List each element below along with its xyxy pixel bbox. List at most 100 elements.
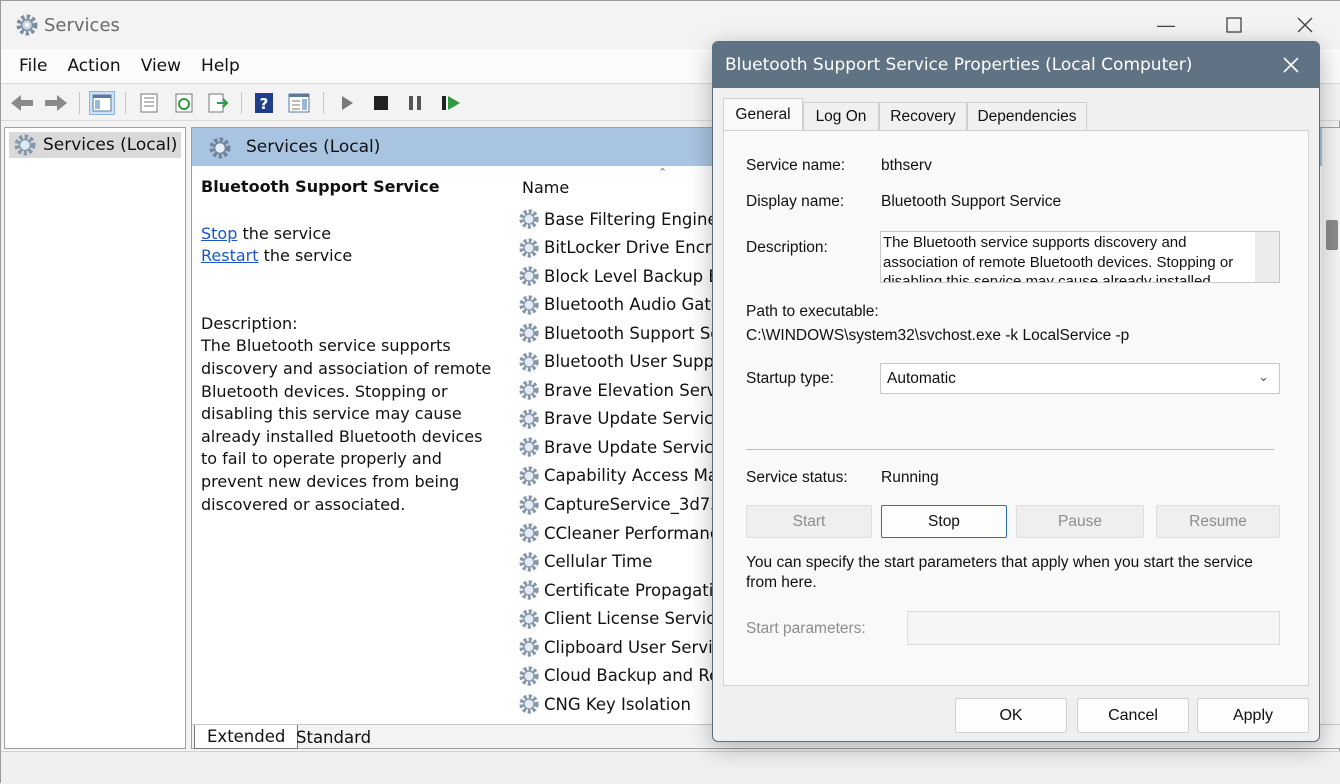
scrollbar-thumb[interactable] — [1326, 220, 1338, 250]
properties-icon — [140, 93, 158, 113]
stop-action: Stop the service — [201, 223, 499, 246]
service-gear-icon — [519, 237, 539, 258]
vertical-scrollbar[interactable] — [1322, 128, 1340, 724]
service-name-value: bthserv — [881, 157, 932, 174]
service-row[interactable]: BitLocker Drive Encryp — [518, 234, 732, 262]
tree-item-services-local[interactable]: Services (Local) — [9, 132, 182, 158]
maximize-button[interactable] — [1209, 7, 1259, 43]
path-label: Path to executable: — [746, 303, 879, 320]
description-scrollbar[interactable] — [1255, 232, 1279, 282]
export-list-icon — [208, 93, 229, 113]
start-service-button[interactable] — [334, 91, 360, 115]
show-hide-action-pane-icon — [288, 93, 310, 113]
service-row[interactable]: Clipboard User Servic — [518, 633, 722, 661]
tab-log-on[interactable]: Log On — [803, 102, 879, 130]
start-service-icon — [342, 96, 353, 110]
service-row[interactable]: Block Level Backup En — [518, 262, 729, 290]
service-status-value: Running — [881, 469, 939, 486]
service-row[interactable]: Certificate Propagatio — [518, 576, 723, 604]
service-row[interactable]: CaptureService_3d73b — [518, 491, 731, 519]
toolbar-separator — [323, 92, 324, 114]
pause-button[interactable]: Pause — [1016, 505, 1144, 538]
start-button[interactable]: Start — [746, 505, 872, 538]
forward-button[interactable] — [43, 91, 69, 115]
start-parameters-input[interactable] — [907, 611, 1280, 645]
stop-service-button[interactable] — [368, 91, 394, 115]
service-row[interactable]: Base Filtering Engine — [518, 205, 718, 233]
minimize-button[interactable]: — — [1141, 7, 1191, 43]
service-name: BitLocker Drive Encryp — [544, 238, 732, 258]
service-gear-icon — [519, 295, 539, 315]
console-tree: Services (Local) — [4, 127, 186, 749]
service-row[interactable]: CNG Key Isolation — [518, 690, 691, 718]
help-button[interactable]: ? — [251, 91, 277, 115]
export-list-button[interactable] — [205, 91, 231, 115]
service-row[interactable]: Cellular Time — [518, 548, 652, 576]
tab-general[interactable]: General — [723, 98, 803, 131]
dialog-close-button[interactable] — [1271, 47, 1311, 83]
menu-action[interactable]: Action — [57, 56, 130, 76]
tab-dependencies[interactable]: Dependencies — [967, 102, 1087, 130]
apply-button[interactable]: Apply — [1197, 698, 1309, 733]
display-name-label: Display name: — [746, 193, 845, 210]
refresh-button[interactable] — [171, 91, 197, 115]
show-hide-action-pane-button[interactable] — [286, 91, 312, 115]
service-name: Bluetooth User Suppo — [544, 352, 725, 372]
menu-file[interactable]: File — [9, 56, 57, 76]
start-parameters-label: Start parameters: — [746, 620, 866, 637]
cancel-button[interactable]: Cancel — [1077, 698, 1189, 733]
service-description: The Bluetooth service supports discovery… — [201, 336, 492, 514]
tab-extended[interactable]: Extended — [194, 725, 299, 749]
service-row[interactable]: Brave Elevation Servic — [518, 376, 730, 404]
startup-type-select[interactable]: Automatic ⌄ — [880, 363, 1280, 394]
help-icon: ? — [255, 93, 273, 113]
pause-service-icon — [409, 96, 421, 110]
menu-help[interactable]: Help — [191, 56, 250, 76]
selected-service-title: Bluetooth Support Service — [201, 177, 440, 196]
service-row[interactable]: Bluetooth Audio Gate — [518, 291, 721, 319]
show-hide-console-tree-button[interactable] — [89, 91, 115, 115]
service-row[interactable]: Brave Update Service — [518, 433, 723, 461]
ok-button[interactable]: OK — [955, 698, 1067, 733]
service-gear-icon — [519, 580, 539, 600]
column-header-name[interactable]: Name — [522, 178, 569, 197]
service-row[interactable]: CCleaner Performance — [518, 519, 729, 547]
tab-standard[interactable]: Standard — [296, 725, 371, 749]
resume-button[interactable]: Resume — [1156, 505, 1280, 538]
properties-dialog: Bluetooth Support Service Properties (Lo… — [712, 41, 1320, 742]
service-row[interactable]: Bluetooth Support Se — [518, 319, 721, 347]
restart-service-button[interactable] — [438, 91, 464, 115]
service-name: Client License Service — [544, 609, 726, 629]
service-gear-icon — [519, 494, 539, 515]
tab-recovery[interactable]: Recovery — [879, 102, 967, 130]
service-row[interactable]: Client License Service — [518, 605, 725, 633]
restart-action: Restart the service — [201, 245, 499, 268]
pause-service-button[interactable] — [402, 91, 428, 115]
service-gear-icon — [519, 380, 539, 400]
start-parameters-note: You can specify the start parameters tha… — [746, 554, 1253, 591]
service-name: CaptureService_3d73b — [544, 495, 732, 514]
service-name: Cellular Time — [544, 552, 653, 572]
service-row[interactable]: Capability Access Mar — [518, 462, 725, 490]
restart-link[interactable]: Restart — [201, 246, 259, 265]
back-button[interactable] — [9, 91, 35, 115]
stop-action-suffix: the service — [237, 223, 332, 243]
stop-link[interactable]: Stop — [201, 224, 237, 243]
pane-header-title: Services (Local) — [246, 137, 381, 157]
service-row[interactable]: Cloud Backup and Re — [518, 662, 719, 690]
show-hide-console-tree-icon — [92, 94, 112, 112]
stop-button[interactable]: Stop — [881, 505, 1007, 538]
service-gear-icon — [519, 666, 539, 686]
service-gear-icon — [519, 551, 539, 572]
close-icon — [1297, 17, 1313, 33]
service-gear-icon — [519, 637, 539, 657]
service-name: Cloud Backup and Re — [544, 666, 720, 686]
properties-button[interactable] — [136, 91, 162, 115]
general-tab-panel: Service name: bthserv Display name: Blue… — [723, 130, 1309, 686]
menu-view[interactable]: View — [131, 56, 191, 76]
service-name: Brave Elevation Servic — [544, 380, 731, 400]
close-button[interactable] — [1280, 7, 1330, 43]
service-row[interactable]: Brave Update Service — [518, 405, 723, 433]
service-row[interactable]: Bluetooth User Suppo — [518, 348, 724, 376]
description-textbox[interactable]: The Bluetooth service supports discovery… — [880, 231, 1280, 283]
